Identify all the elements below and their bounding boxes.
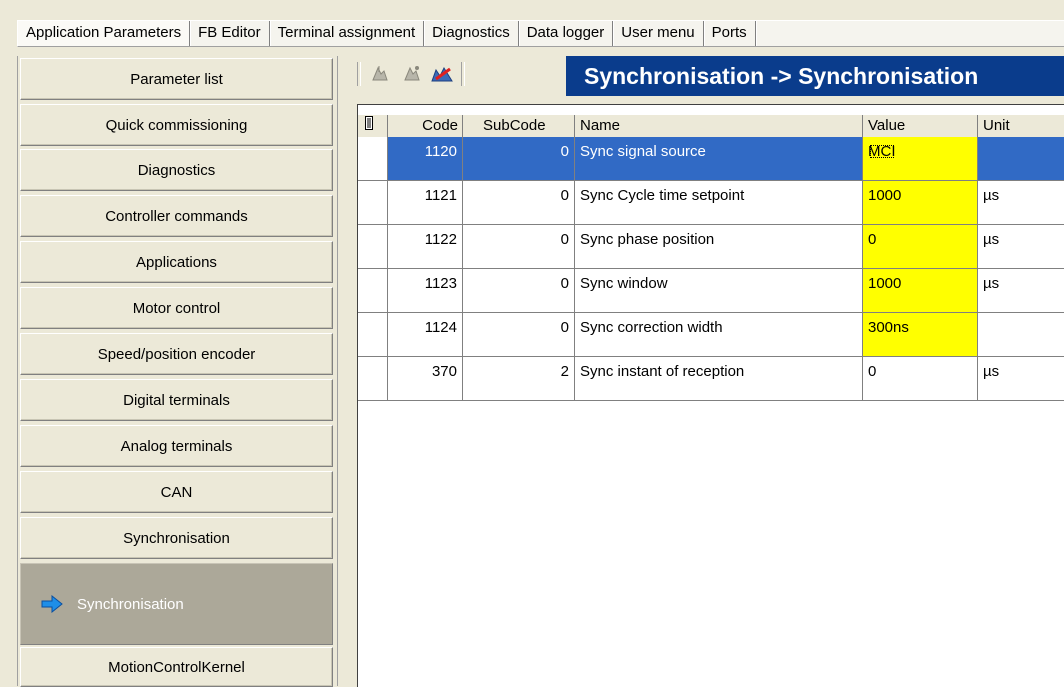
cell-name: Sync signal source <box>575 137 863 181</box>
nav-diagnostics[interactable]: Diagnostics <box>20 149 333 191</box>
cell-name: Sync instant of reception <box>575 357 863 401</box>
cell-code: 1123 <box>388 269 463 313</box>
tab-fb-editor[interactable]: FB Editor <box>190 21 270 46</box>
toolbar: Synchronisation -> Synchronisation <box>343 48 1064 96</box>
tab-row: Application Parameters FB Editor Termina… <box>17 20 1064 47</box>
cell-value-text: MCI <box>868 143 896 160</box>
parameter-grid[interactable]: Code SubCode Name Value Unit 1120 0 Sync… <box>357 104 1064 687</box>
tab-data-logger[interactable]: Data logger <box>519 21 614 46</box>
nav-quick-commissioning[interactable]: Quick commissioning <box>20 104 333 146</box>
cell-value[interactable]: 0 <box>863 225 978 269</box>
tab-diagnostics[interactable]: Diagnostics <box>424 21 519 46</box>
table-row[interactable]: 1124 0 Sync correction width 300ns <box>358 313 1064 357</box>
column-chooser-icon[interactable] <box>358 115 388 137</box>
cell-name: Sync window <box>575 269 863 313</box>
nav-controller-commands[interactable]: Controller commands <box>20 195 333 237</box>
nav-digital-terminals[interactable]: Digital terminals <box>20 379 333 421</box>
row-indicator <box>358 313 388 357</box>
category-nav: Parameter list Quick commissioning Diagn… <box>0 48 343 687</box>
nav-parameter-list[interactable]: Parameter list <box>20 58 333 100</box>
cell-value[interactable]: 300ns <box>863 313 978 357</box>
cell-subcode: 0 <box>463 225 575 269</box>
table-row[interactable]: 1121 0 Sync Cycle time setpoint 1000 µs <box>358 181 1064 225</box>
cell-value[interactable]: 1000 <box>863 269 978 313</box>
nav-applications[interactable]: Applications <box>20 241 333 283</box>
column-header-name[interactable]: Name <box>575 115 863 137</box>
cell-value[interactable]: MCI <box>863 137 978 181</box>
cell-name: Sync correction width <box>575 313 863 357</box>
nav-synchronisation-selected[interactable]: Synchronisation <box>20 563 333 645</box>
row-indicator <box>358 137 388 181</box>
row-indicator <box>358 269 388 313</box>
nav-analog-terminals[interactable]: Analog terminals <box>20 425 333 467</box>
cell-subcode: 0 <box>463 269 575 313</box>
page-title: Synchronisation -> Synchronisation <box>566 56 1064 96</box>
cell-unit: µs <box>978 269 1064 313</box>
table-row[interactable]: 1123 0 Sync window 1000 µs <box>358 269 1064 313</box>
nav-motor-control[interactable]: Motor control <box>20 287 333 329</box>
row-indicator <box>358 181 388 225</box>
nav-can[interactable]: CAN <box>20 471 333 513</box>
toolbar-separator <box>357 62 361 86</box>
toolbar-separator <box>461 62 465 86</box>
compare-icon[interactable] <box>429 62 455 86</box>
arrow-right-icon <box>41 595 63 613</box>
cell-code: 370 <box>388 357 463 401</box>
cell-unit <box>978 137 1064 181</box>
table-row[interactable]: 1122 0 Sync phase position 0 µs <box>358 225 1064 269</box>
row-indicator <box>358 357 388 401</box>
tab-terminal-assignment[interactable]: Terminal assignment <box>270 21 425 46</box>
column-header-subcode[interactable]: SubCode <box>463 115 575 137</box>
nav-synchronisation-selected-label: Synchronisation <box>77 595 184 613</box>
download-icon[interactable] <box>399 62 425 86</box>
cell-code: 1124 <box>388 313 463 357</box>
nav-synchronisation[interactable]: Synchronisation <box>20 517 333 559</box>
cell-name: Sync Cycle time setpoint <box>575 181 863 225</box>
row-indicator <box>358 225 388 269</box>
grid-header: Code SubCode Name Value Unit <box>358 115 1064 137</box>
column-header-code[interactable]: Code <box>388 115 463 137</box>
table-row[interactable]: 370 2 Sync instant of reception 0 µs <box>358 357 1064 401</box>
nav-motioncontrolkernel[interactable]: MotionControlKernel <box>20 647 333 687</box>
cell-value: 0 <box>863 357 978 401</box>
cell-subcode: 0 <box>463 137 575 181</box>
cell-name: Sync phase position <box>575 225 863 269</box>
cell-code: 1121 <box>388 181 463 225</box>
cell-subcode: 0 <box>463 181 575 225</box>
upload-icon[interactable] <box>367 62 393 86</box>
cell-unit: µs <box>978 357 1064 401</box>
cell-subcode: 2 <box>463 357 575 401</box>
cell-subcode: 0 <box>463 313 575 357</box>
column-header-value[interactable]: Value <box>863 115 978 137</box>
tab-user-menu[interactable]: User menu <box>613 21 704 46</box>
cell-value[interactable]: 1000 <box>863 181 978 225</box>
cell-code: 1120 <box>388 137 463 181</box>
nav-speed-position-encoder[interactable]: Speed/position encoder <box>20 333 333 375</box>
category-list: Parameter list Quick commissioning Diagn… <box>17 56 338 687</box>
tab-application-parameters[interactable]: Application Parameters <box>18 21 191 46</box>
cell-unit <box>978 313 1064 357</box>
cell-code: 1122 <box>388 225 463 269</box>
cell-unit: µs <box>978 225 1064 269</box>
tab-strip: Application Parameters FB Editor Termina… <box>0 0 1064 48</box>
cell-unit: µs <box>978 181 1064 225</box>
tab-ports[interactable]: Ports <box>704 21 756 46</box>
table-row[interactable]: 1120 0 Sync signal source MCI <box>358 137 1064 181</box>
column-header-unit[interactable]: Unit <box>978 115 1064 137</box>
